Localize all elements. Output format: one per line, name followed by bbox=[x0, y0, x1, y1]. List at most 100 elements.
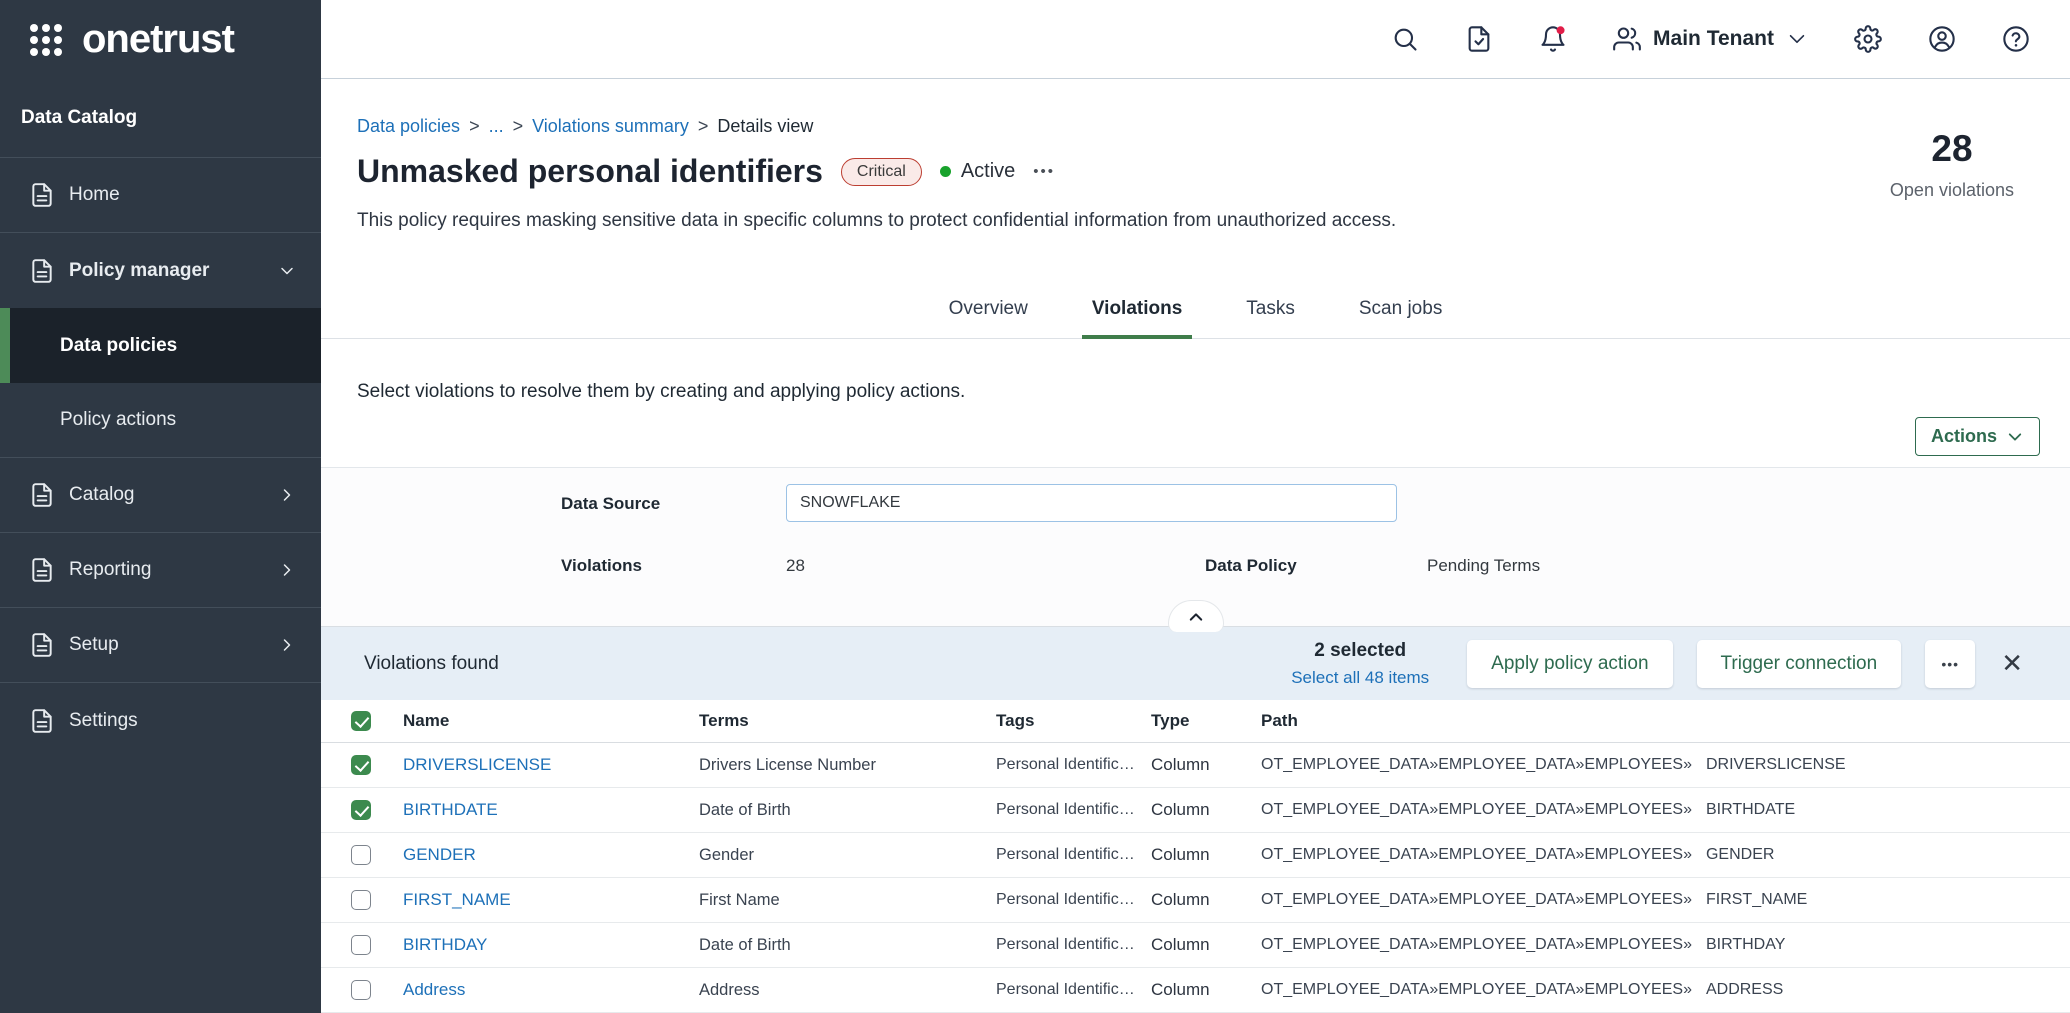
row-checkbox[interactable] bbox=[351, 980, 371, 1000]
app-window: onetrust Data Catalog Home Policy manage… bbox=[0, 0, 2070, 1013]
help-icon[interactable] bbox=[2002, 25, 2030, 53]
violation-name-link[interactable]: BIRTHDAY bbox=[403, 935, 487, 954]
topbar: Main Tenant bbox=[321, 0, 2070, 79]
stat-value: 28 bbox=[1890, 128, 2014, 170]
violation-tags: Personal Identificat... bbox=[996, 936, 1151, 954]
document-icon bbox=[29, 182, 55, 208]
sidebar-item-data-policies[interactable]: Data policies bbox=[0, 308, 321, 383]
app-grid-icon[interactable] bbox=[30, 24, 62, 56]
row-checkbox[interactable] bbox=[351, 755, 371, 775]
sidebar-item-home[interactable]: Home bbox=[0, 158, 321, 233]
violation-terms: Gender bbox=[699, 846, 996, 865]
tab-violations[interactable]: Violations bbox=[1088, 298, 1186, 338]
violation-type: Column bbox=[1151, 755, 1261, 775]
logo[interactable]: onetrust bbox=[0, 0, 321, 79]
sidebar-item-reporting[interactable]: Reporting bbox=[0, 533, 321, 608]
column-header-terms[interactable]: Terms bbox=[699, 711, 996, 731]
chevron-up-icon bbox=[1187, 608, 1205, 626]
path-leaf: BIRTHDATE bbox=[1706, 801, 1795, 818]
violation-name-link[interactable]: GENDER bbox=[403, 845, 476, 864]
data-source-label: Data Source bbox=[561, 494, 660, 514]
document-icon bbox=[29, 632, 55, 658]
more-options-button[interactable]: ••• bbox=[1925, 640, 1975, 688]
row-checkbox[interactable] bbox=[351, 800, 371, 820]
select-all-checkbox[interactable] bbox=[351, 711, 371, 731]
breadcrumb-link-data-policies[interactable]: Data policies bbox=[357, 116, 460, 137]
document-icon bbox=[29, 708, 55, 734]
row-checkbox[interactable] bbox=[351, 935, 371, 955]
chevron-right-icon bbox=[277, 560, 297, 580]
violation-name-link[interactable]: Address bbox=[403, 980, 465, 999]
apply-policy-action-button[interactable]: Apply policy action bbox=[1467, 640, 1672, 688]
notification-dot bbox=[1557, 26, 1565, 34]
violation-terms: Drivers License Number bbox=[699, 756, 996, 775]
violation-tags: Personal Identificat... bbox=[996, 846, 1151, 864]
violation-type: Column bbox=[1151, 800, 1261, 820]
breadcrumb-link-collapsed[interactable]: ... bbox=[489, 116, 504, 137]
violation-type: Column bbox=[1151, 845, 1261, 865]
trigger-connection-button[interactable]: Trigger connection bbox=[1697, 640, 1902, 688]
sidebar-item-label: Reporting bbox=[69, 559, 277, 581]
bell-icon[interactable] bbox=[1539, 25, 1567, 53]
violation-path: OT_EMPLOYEE_DATA»EMPLOYEE_DATA»EMPLOYEES… bbox=[1261, 846, 2070, 864]
filter-panel: Data Source Violations 28 Data Policy Pe… bbox=[321, 467, 2070, 626]
select-all-link[interactable]: Select all 48 items bbox=[1291, 668, 1429, 688]
data-source-input[interactable] bbox=[786, 484, 1397, 522]
table-header: Name Terms Tags Type Path bbox=[321, 700, 2070, 743]
tab-overview[interactable]: Overview bbox=[945, 298, 1032, 338]
tenant-switcher[interactable]: Main Tenant bbox=[1613, 25, 1808, 53]
table-row[interactable]: GENDER Gender Personal Identificat... Co… bbox=[321, 833, 2070, 878]
tab-tasks[interactable]: Tasks bbox=[1242, 298, 1299, 338]
sidebar-item-policy-manager[interactable]: Policy manager bbox=[0, 233, 321, 308]
table-row[interactable]: BIRTHDATE Date of Birth Personal Identif… bbox=[321, 788, 2070, 833]
more-options-icon[interactable]: ••• bbox=[1033, 163, 1055, 180]
table-row[interactable]: BIRTHDAY Date of Birth Personal Identifi… bbox=[321, 923, 2070, 968]
table-row[interactable]: DRIVERSLICENSE Drivers License Number Pe… bbox=[321, 743, 2070, 788]
account-icon[interactable] bbox=[1928, 25, 1956, 53]
path-leaf: GENDER bbox=[1706, 846, 1774, 863]
violation-tags: Personal Identificat... bbox=[996, 981, 1151, 999]
row-checkbox[interactable] bbox=[351, 845, 371, 865]
breadcrumb-separator: > bbox=[698, 116, 709, 137]
column-header-name[interactable]: Name bbox=[403, 711, 699, 731]
search-icon[interactable] bbox=[1391, 25, 1419, 53]
tenant-label: Main Tenant bbox=[1653, 27, 1774, 51]
collapse-panel-button[interactable] bbox=[1168, 600, 1224, 632]
breadcrumb-separator: > bbox=[513, 116, 524, 137]
chevron-right-icon bbox=[277, 485, 297, 505]
table-row[interactable]: Address Address Personal Identificat... … bbox=[321, 968, 2070, 1013]
violation-tags: Personal Identificat... bbox=[996, 891, 1151, 909]
sidebar-item-settings[interactable]: Settings bbox=[0, 683, 321, 758]
violation-type: Column bbox=[1151, 980, 1261, 1000]
instruction-text: Select violations to resolve them by cre… bbox=[357, 381, 965, 403]
column-header-tags[interactable]: Tags bbox=[996, 711, 1151, 731]
table-row[interactable]: FIRST_NAME First Name Personal Identific… bbox=[321, 878, 2070, 923]
violation-tags: Personal Identificat... bbox=[996, 801, 1151, 819]
path-prefix: OT_EMPLOYEE_DATA»EMPLOYEE_DATA»EMPLOYEES… bbox=[1261, 891, 1692, 908]
chevron-down-icon bbox=[2006, 428, 2024, 446]
sidebar-item-label: Policy actions bbox=[60, 409, 176, 431]
path-prefix: OT_EMPLOYEE_DATA»EMPLOYEE_DATA»EMPLOYEES… bbox=[1261, 981, 1692, 998]
row-checkbox[interactable] bbox=[351, 890, 371, 910]
violation-name-link[interactable]: DRIVERSLICENSE bbox=[403, 755, 551, 774]
path-prefix: OT_EMPLOYEE_DATA»EMPLOYEE_DATA»EMPLOYEES… bbox=[1261, 846, 1692, 863]
tab-scan-jobs[interactable]: Scan jobs bbox=[1355, 298, 1446, 338]
column-header-path[interactable]: Path bbox=[1261, 711, 2070, 731]
main-content: Data policies > ... > Violations summary… bbox=[321, 80, 2070, 1013]
status-label: Active bbox=[961, 160, 1015, 183]
breadcrumb-link-violations-summary[interactable]: Violations summary bbox=[532, 116, 689, 137]
close-icon[interactable]: ✕ bbox=[1999, 648, 2025, 679]
document-icon bbox=[29, 482, 55, 508]
actions-button[interactable]: Actions bbox=[1915, 417, 2040, 456]
path-prefix: OT_EMPLOYEE_DATA»EMPLOYEE_DATA»EMPLOYEES… bbox=[1261, 756, 1692, 773]
sidebar-item-catalog[interactable]: Catalog bbox=[0, 458, 321, 533]
violation-name-link[interactable]: BIRTHDATE bbox=[403, 800, 498, 819]
gear-icon[interactable] bbox=[1854, 25, 1882, 53]
tabs-bar: Overview Violations Tasks Scan jobs bbox=[321, 280, 2070, 339]
sidebar-item-setup[interactable]: Setup bbox=[0, 608, 321, 683]
sidebar-item-policy-actions[interactable]: Policy actions bbox=[0, 383, 321, 458]
column-header-type[interactable]: Type bbox=[1151, 711, 1261, 731]
open-violations-stat: 28 Open violations bbox=[1890, 128, 2014, 201]
document-check-icon[interactable] bbox=[1465, 25, 1493, 53]
violation-name-link[interactable]: FIRST_NAME bbox=[403, 890, 511, 909]
